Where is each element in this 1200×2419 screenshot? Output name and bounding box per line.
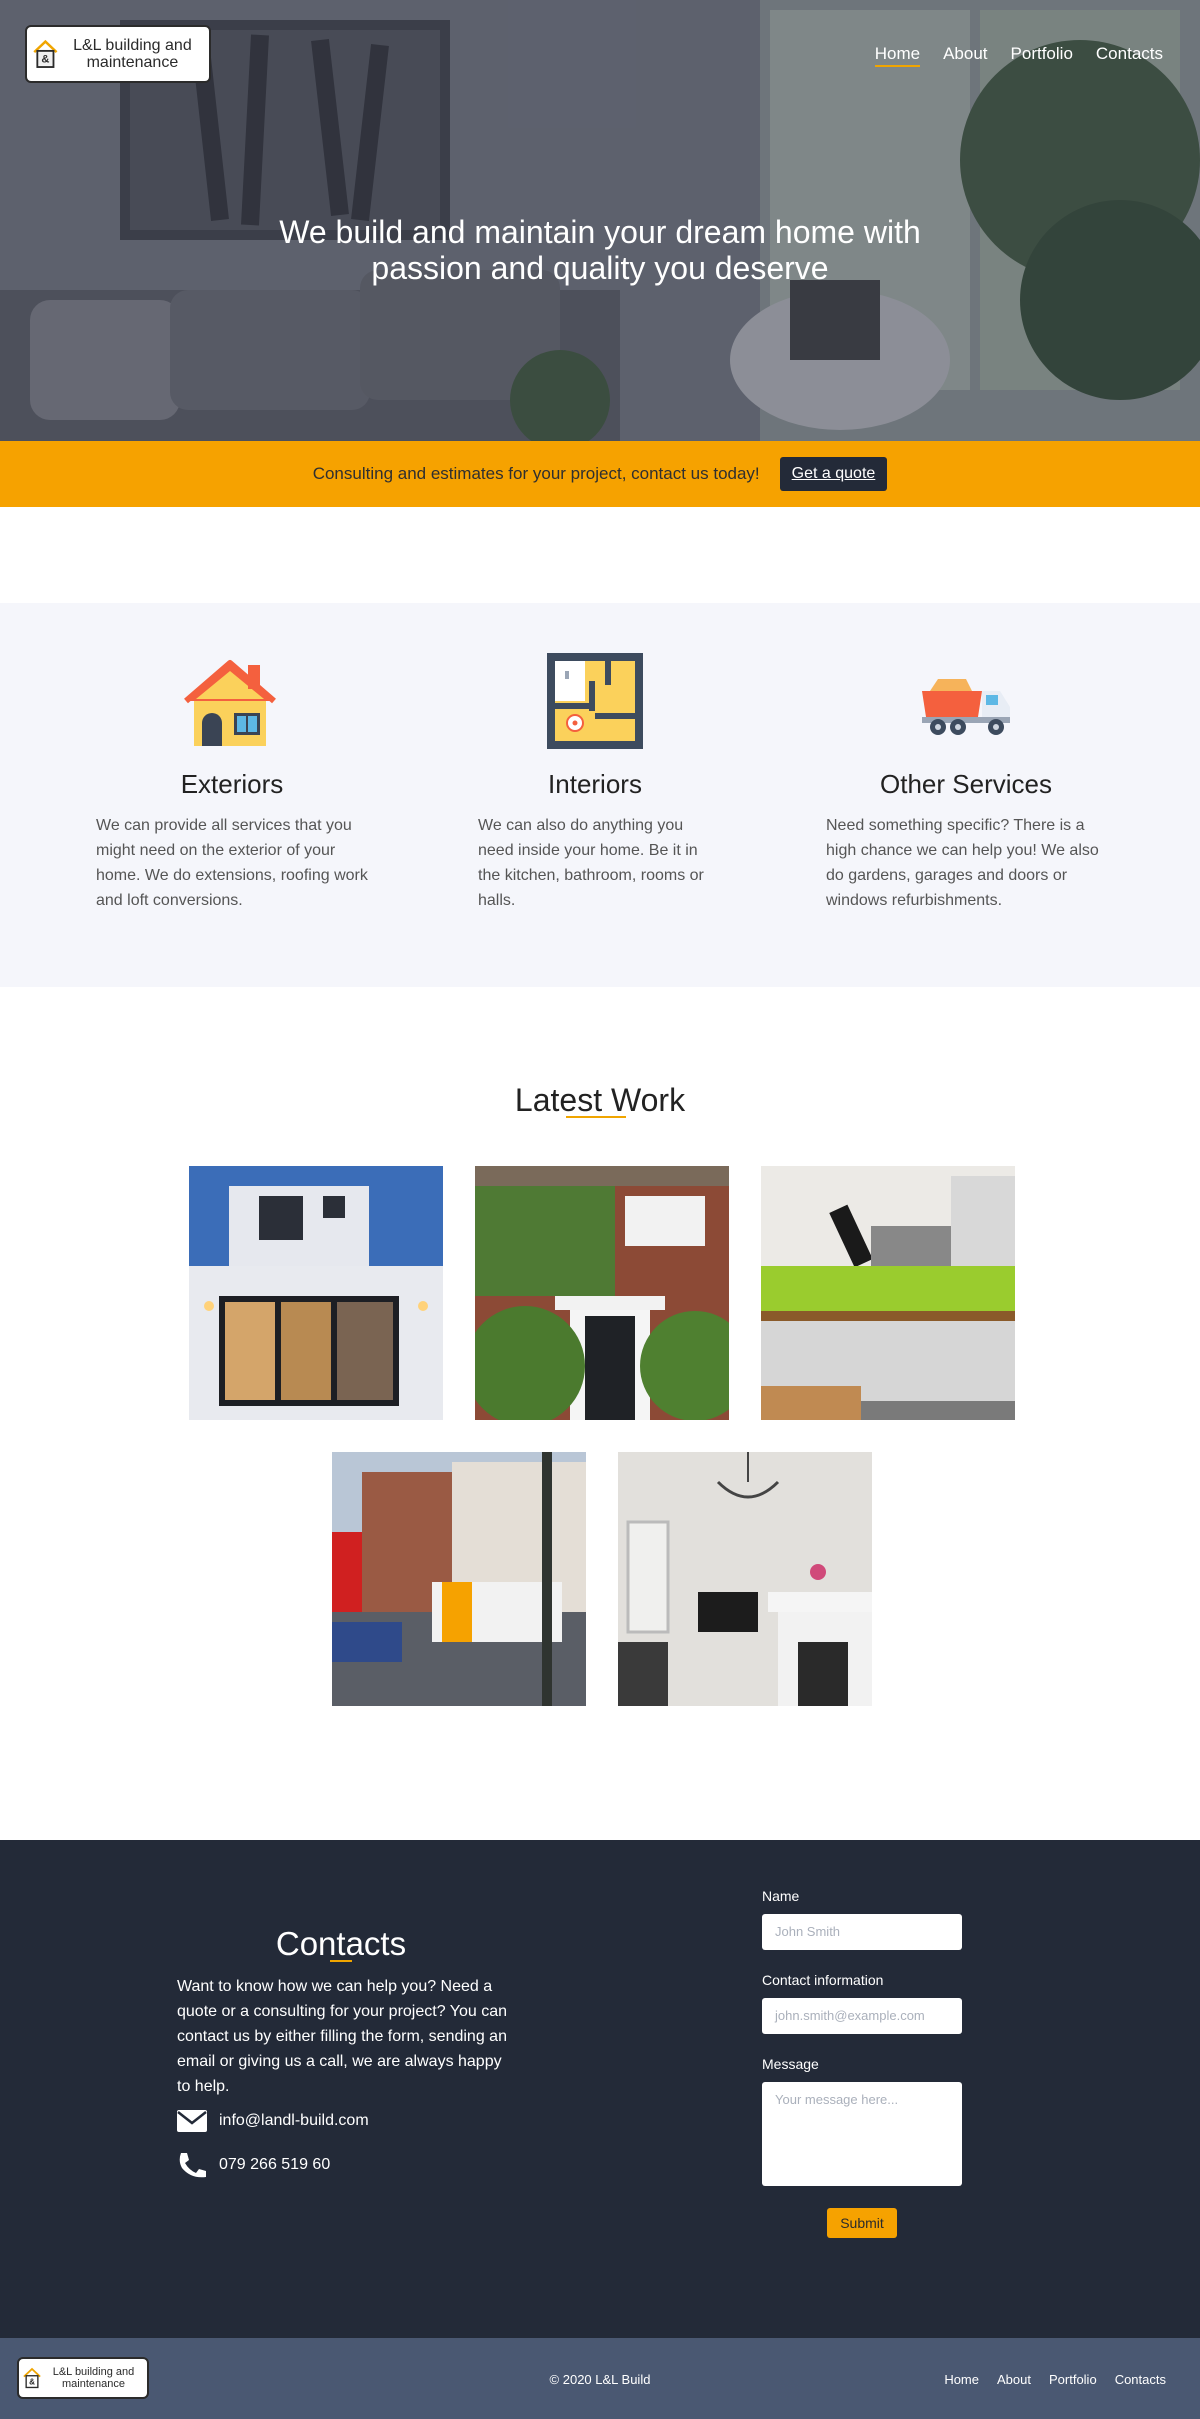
name-label: Name [762, 1888, 800, 1904]
portfolio-photo-street[interactable] [332, 1452, 586, 1706]
nav-contacts[interactable]: Contacts [1096, 44, 1163, 64]
footer-nav: Home About Portfolio Contacts [944, 2372, 1166, 2387]
contact-form: Name John Smith Contact information john… [762, 1888, 962, 2238]
hero-section: & L&L building and maintenance Home Abou… [0, 0, 1200, 441]
service-text: We can also do anything you need inside … [478, 817, 704, 909]
contact-email[interactable]: info@landl-build.com [177, 2110, 369, 2132]
hero-headline: We build and maintain your dream home wi… [0, 214, 1200, 286]
house-icon [184, 660, 276, 746]
service-text: Need something specific? There is a high… [826, 817, 1099, 909]
contacts-text: Want to know how we can help you? Need a… [177, 1978, 507, 2095]
service-title: Exteriors [180, 769, 284, 799]
contacts-title: Contacts [275, 1925, 407, 1962]
portfolio-photo-extension[interactable] [189, 1166, 443, 1420]
footer-nav-contacts[interactable]: Contacts [1115, 2372, 1166, 2387]
message-label: Message [762, 2056, 819, 2072]
header-logo[interactable]: & L&L building and maintenance [25, 25, 211, 83]
contact-phone[interactable]: 079 266 519 60 [177, 2151, 330, 2179]
hero-headline-line1: We build and maintain your dream home wi… [279, 214, 921, 250]
title-underline [330, 1960, 352, 1962]
service-title: Other Services [880, 769, 1052, 799]
service-text: We can provide all services that you mig… [96, 817, 368, 909]
main-nav: Home About Portfolio Contacts [874, 44, 1163, 67]
dump-truck-icon [922, 679, 1010, 735]
submit-button[interactable]: Submit [827, 2208, 897, 2238]
footer: & L&L building and maintenance © 2020 L&… [0, 2338, 1200, 2419]
logo-mark-text: & [41, 54, 49, 66]
contact-info-input[interactable]: john.smith@example.com [762, 1998, 962, 2034]
envelope-icon [177, 2110, 207, 2132]
hero-headline-line2: passion and quality you deserve [371, 250, 829, 286]
service-title: Interiors [548, 769, 642, 799]
contact-email-text: info@landl-build.com [219, 2112, 369, 2129]
nav-home[interactable]: Home [874, 44, 921, 67]
logo-house-icon: & [33, 39, 58, 68]
name-input[interactable]: John Smith [762, 1914, 962, 1950]
portfolio-photo-kitchen[interactable] [761, 1166, 1015, 1420]
phone-icon [179, 2153, 206, 2178]
title-underline [566, 1116, 626, 1118]
services-section: Exteriors We can provide all services th… [0, 603, 1200, 987]
quote-banner-text: Consulting and estimates for your projec… [312, 464, 760, 483]
footer-nav-home[interactable]: Home [944, 2372, 979, 2387]
portfolio-photo-front-door[interactable] [475, 1166, 729, 1420]
contact-phone-text: 079 266 519 60 [219, 2156, 331, 2173]
contact-info-label: Contact information [762, 1972, 884, 1988]
get-quote-button[interactable]: Get a quote [779, 457, 888, 491]
footer-nav-about[interactable]: About [997, 2372, 1031, 2387]
logo-text: L&L building and maintenance [73, 37, 192, 71]
footer-nav-portfolio[interactable]: Portfolio [1049, 2372, 1097, 2387]
portfolio-photo-living-room[interactable] [618, 1452, 872, 1706]
quote-banner: Consulting and estimates for your projec… [0, 441, 1200, 507]
message-textarea[interactable]: Your message here... [762, 2082, 962, 2186]
floor-plan-icon [547, 653, 643, 749]
nav-portfolio[interactable]: Portfolio [1011, 44, 1073, 64]
contacts-section: Contacts Want to know how we can help yo… [0, 1840, 1200, 2338]
nav-about[interactable]: About [943, 44, 987, 64]
latest-work-title: Latest Work [514, 1082, 686, 1118]
